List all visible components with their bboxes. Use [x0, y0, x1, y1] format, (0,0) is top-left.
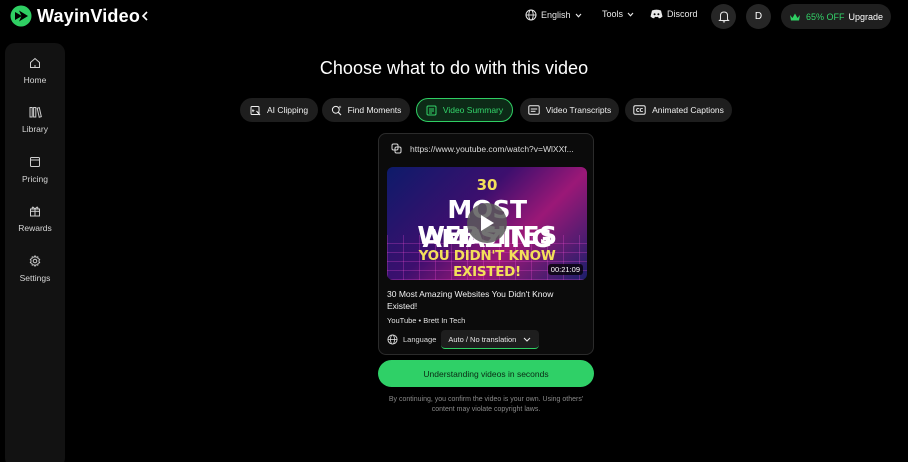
globe-icon: [387, 334, 398, 345]
thumbnail-number: 30: [476, 176, 498, 194]
tool-tabs: AI Clipping Find Moments Video Summary V…: [0, 98, 908, 122]
logo-icon: [10, 5, 32, 27]
sidebar-item-label: Settings: [19, 273, 51, 283]
sidebar-item-settings[interactable]: Settings: [5, 255, 65, 283]
copyright-disclaimer: By continuing, you confirm the video is …: [388, 396, 584, 413]
tab-find-moments[interactable]: Find Moments: [322, 98, 410, 122]
language-label: English: [541, 10, 571, 20]
understand-video-button[interactable]: Understanding videos in seconds: [378, 360, 594, 387]
chevron-down-icon: [627, 12, 634, 17]
discord-link[interactable]: Discord: [650, 9, 698, 19]
tools-menu[interactable]: Tools: [602, 9, 634, 19]
notifications-button[interactable]: [711, 4, 736, 29]
sidebar-item-label: Library: [22, 124, 48, 134]
logo[interactable]: WayinVideo: [10, 5, 140, 27]
play-button[interactable]: [467, 203, 507, 243]
video-title: 30 Most Amazing Websites You Didn't Know…: [387, 289, 554, 311]
language-select[interactable]: Auto / No translation: [441, 330, 540, 349]
video-thumbnail[interactable]: 30 MOST AMAZING WEBSITES YOU DIDN'T KNOW…: [387, 167, 587, 280]
page-title: Choose what to do with this video: [319, 58, 589, 78]
summary-icon: [426, 105, 437, 115]
sidebar-item-label: Pricing: [22, 174, 48, 184]
chevron-down-icon: [575, 13, 581, 18]
tab-label: Animated Captions: [652, 105, 724, 115]
tab-ai-clipping[interactable]: AI Clipping: [240, 98, 318, 122]
sidebar-item-rewards[interactable]: Rewards: [5, 205, 65, 233]
upgrade-label: Upgrade: [848, 11, 884, 22]
tab-animated-captions[interactable]: CC Animated Captions: [625, 98, 732, 122]
find-moments-icon: [331, 105, 342, 115]
tab-video-summary[interactable]: Video Summary: [416, 98, 513, 122]
brand-name: WayinVideo: [37, 5, 141, 26]
pricing-icon: [30, 157, 40, 167]
tab-label: AI Clipping: [266, 105, 309, 115]
video-meta: YouTube • Brett In Tech: [387, 316, 466, 325]
tab-label: Find Moments: [347, 105, 402, 115]
top-bar: WayinVideo English Tools Discord D 65% O…: [0, 0, 908, 34]
gear-icon: [29, 255, 41, 267]
tab-label: Video Summary: [442, 105, 504, 115]
language-label: Language: [403, 335, 437, 344]
ai-clip-icon: [250, 105, 261, 115]
sidebar-item-pricing[interactable]: Pricing: [5, 156, 65, 184]
link-icon: [391, 143, 402, 154]
play-icon: [481, 215, 494, 231]
chevron-left-icon: [141, 11, 148, 21]
tab-label: Video Transcripts: [545, 105, 612, 115]
chevron-down-icon: [523, 337, 531, 342]
collapse-sidebar-button[interactable]: [137, 8, 153, 24]
avatar[interactable]: D: [746, 4, 771, 29]
video-card: https://www.youtube.com/watch?v=WlXXf...…: [378, 133, 594, 355]
sidebar-item-label: Rewards: [18, 223, 52, 233]
language-row: Language Auto / No translation: [387, 330, 540, 349]
video-url-row: https://www.youtube.com/watch?v=WlXXf...: [391, 143, 574, 154]
transcript-icon: [528, 105, 540, 115]
globe-icon: [525, 9, 537, 21]
gift-icon: [30, 206, 40, 217]
discord-label: Discord: [667, 9, 698, 19]
video-url: https://www.youtube.com/watch?v=WlXXf...: [410, 143, 574, 154]
svg-text:CC: CC: [636, 108, 644, 114]
language-select-value: Auto / No translation: [448, 334, 517, 344]
captions-icon: CC: [633, 105, 646, 115]
upgrade-discount: 65% OFF: [805, 11, 845, 22]
tools-label: Tools: [602, 9, 624, 19]
crown-icon: [789, 13, 800, 20]
bell-icon: [717, 11, 730, 23]
tab-video-transcripts[interactable]: Video Transcripts: [520, 98, 619, 122]
upgrade-button[interactable]: 65% OFF Upgrade: [781, 4, 891, 29]
video-duration: 00:21:09: [547, 264, 583, 275]
language-selector[interactable]: English: [525, 9, 582, 21]
discord-icon: [650, 9, 663, 19]
